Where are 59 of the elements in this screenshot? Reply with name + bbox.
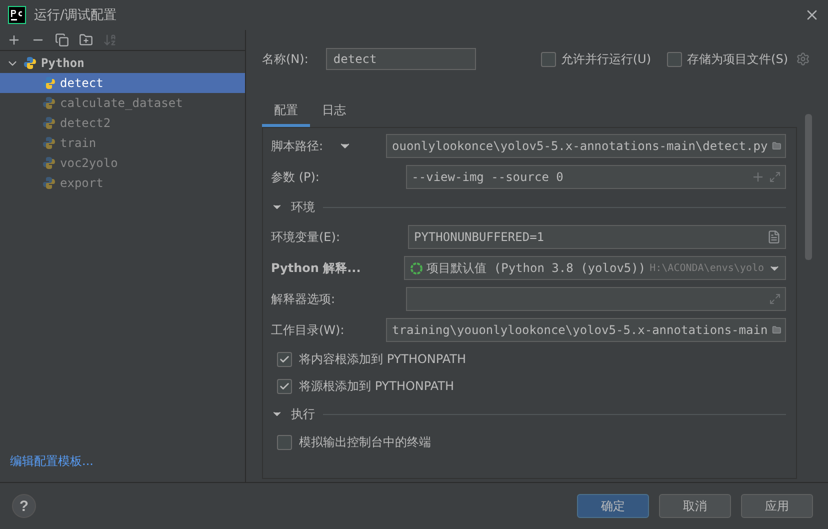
dialog-button[interactable]: 应用 [741,494,813,518]
python-icon [42,136,56,150]
tree-item[interactable]: train [0,133,245,153]
tree-item[interactable]: voc2yolo [0,153,245,173]
interpreter-dropdown[interactable]: 项目默认值 (Python 3.8 (yolov5)) H:\ACONDA\envs\yolo [404,256,786,280]
python-icon [42,96,56,110]
checkbox-label: 将内容根添加到 PYTHONPATH [299,350,466,368]
checkbox[interactable] [667,52,682,66]
python-icon [23,56,37,70]
python-icon [42,76,56,90]
app-logo-icon [8,6,26,24]
copy-icon[interactable] [54,32,70,48]
scrollbar[interactable] [805,114,812,260]
checkbox[interactable] [277,352,292,366]
field-label: Python 解释... [271,260,362,276]
python-icon [42,176,56,190]
check-icon [279,380,290,392]
tab[interactable]: 日志 [310,98,358,127]
input-field[interactable]: PYTHONUNBUFFERED=1 [408,225,786,249]
field-label: 工作目录(W): [271,322,341,338]
window-title: 运行/调试配置 [34,7,118,24]
field-label: 环境变量(E): [271,228,340,246]
help-button[interactable]: ? [12,494,36,518]
tab[interactable]: 配置 [262,98,310,127]
field-label: 解释器选项: [271,290,336,308]
check-icon [279,354,290,364]
input-field[interactable]: --view-img --source 0 [406,165,786,189]
dialog-button[interactable]: 取消 [659,494,731,518]
settings-icon[interactable] [796,52,810,66]
document-icon[interactable] [767,230,781,244]
expand-icon[interactable] [769,293,782,305]
field-label: 参数 (P): [271,168,320,186]
checkbox-label: 存储为项目文件(S) [687,50,788,68]
checkbox-label: 允许并行运行(U) [560,50,652,68]
section-title: 执行 [291,406,315,422]
tree-item[interactable]: calculate_dataset [0,93,245,113]
section-title: 环境 [291,198,315,216]
field-label: 脚本路径: [271,138,324,154]
spinner-icon [410,262,423,274]
checkbox[interactable] [540,52,556,66]
expand-icon[interactable] [769,171,782,183]
name-label: 名称(N): [262,50,308,68]
tree-item[interactable]: export [0,173,245,193]
tree-group-label[interactable]: Python [41,56,84,70]
checkbox[interactable] [277,378,292,394]
tree-item[interactable]: detect [0,73,245,93]
name-input[interactable]: detect [326,48,476,70]
tree-item[interactable]: detect2 [0,113,245,133]
input-field[interactable]: ouonlylookonce\yolov5-5.x-annotations-main\detect.py [386,134,786,158]
input-field[interactable]: training\youonlylookonce\yolov5-5.x-annotations-main [386,318,786,342]
edit-templates-link[interactable]: 编辑配置模板... [0,453,245,482]
checkbox-label: 将源根添加到 PYTHONPATH [299,378,454,394]
folder-plus-icon[interactable] [78,32,94,48]
checkbox-label: 模拟输出控制台中的终端 [299,434,431,450]
python-icon [42,116,56,130]
input-field[interactable] [406,287,786,311]
checkbox[interactable] [277,434,292,450]
python-icon [42,156,56,170]
dialog-button[interactable]: 确定 [577,494,649,518]
